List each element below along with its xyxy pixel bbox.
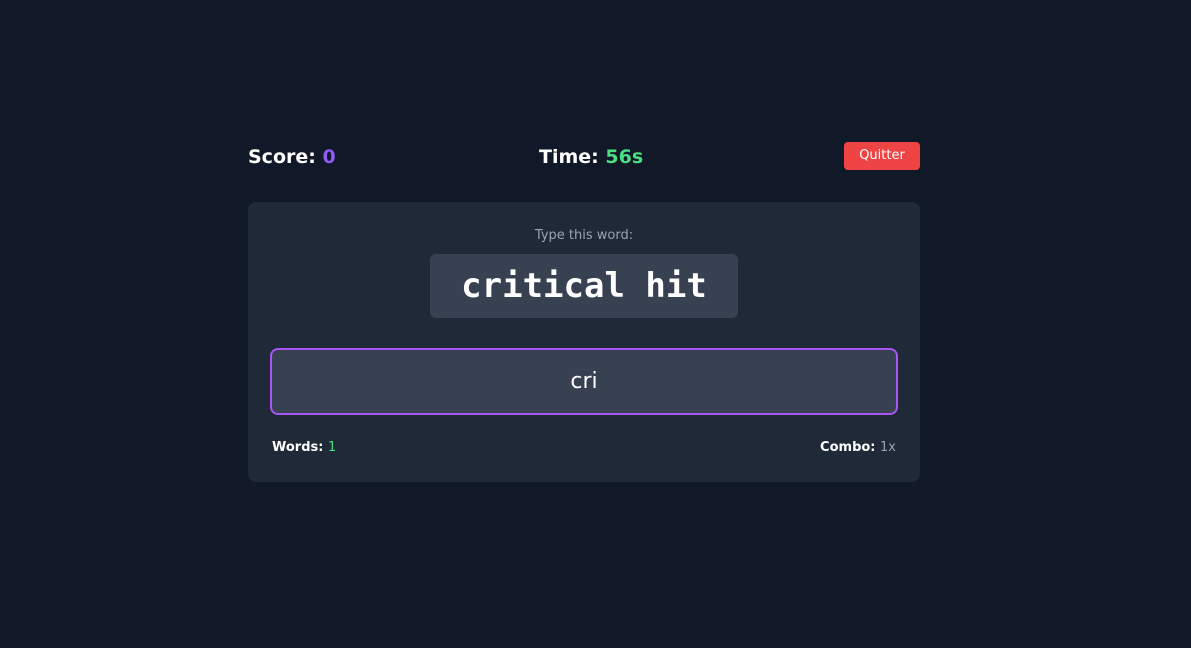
timer-display: Time: 56s bbox=[539, 144, 643, 170]
time-value: 56s bbox=[605, 146, 644, 168]
words-value: 1 bbox=[328, 440, 337, 455]
score-value: 0 bbox=[322, 146, 336, 168]
quit-button[interactable]: Quitter bbox=[844, 142, 920, 170]
word-prompt: Type this word: bbox=[534, 228, 634, 243]
target-word: critical hit bbox=[430, 254, 738, 318]
time-label: Time: bbox=[539, 146, 599, 168]
typing-game: Score: 0 Time: 56s Quitter Type this wor… bbox=[248, 140, 920, 482]
score-display: Score: 0 bbox=[248, 144, 336, 170]
game-panel: Type this word: critical hit Words: 1 Co… bbox=[248, 202, 920, 482]
combo-display: Combo: 1x bbox=[820, 440, 896, 456]
game-header: Score: 0 Time: 56s Quitter bbox=[248, 140, 920, 174]
combo-label: Combo: bbox=[820, 440, 876, 455]
score-label: Score: bbox=[248, 146, 316, 168]
combo-value: 1x bbox=[880, 440, 896, 455]
words-label: Words: bbox=[272, 440, 324, 455]
words-count: Words: 1 bbox=[272, 440, 336, 456]
typing-input[interactable] bbox=[270, 348, 898, 415]
